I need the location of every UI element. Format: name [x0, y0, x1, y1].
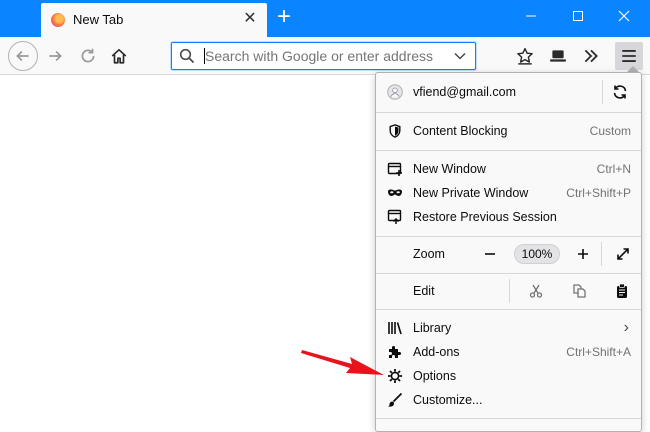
- red-arrow-annotation: [301, 350, 384, 375]
- copy-button[interactable]: [571, 283, 587, 299]
- synced-tabs-button[interactable]: [544, 42, 572, 70]
- bookmarks-button[interactable]: [511, 42, 539, 70]
- star-icon: [517, 47, 533, 65]
- menu-item-options[interactable]: Options: [376, 364, 641, 388]
- chevron-down-icon[interactable]: [453, 49, 467, 63]
- copy-icon: [573, 284, 586, 298]
- menu-item-library[interactable]: Library ›: [376, 316, 641, 340]
- home-button[interactable]: [105, 42, 133, 70]
- options-label: Options: [413, 369, 457, 383]
- reload-button[interactable]: [74, 42, 102, 70]
- divider: [376, 309, 641, 310]
- fullscreen-button[interactable]: [616, 247, 630, 261]
- close-window-button[interactable]: [601, 0, 647, 37]
- library-label: Library: [413, 321, 452, 335]
- menu-item-addons[interactable]: Add-ons Ctrl+Shift+A: [376, 340, 641, 364]
- tab-title: New Tab: [73, 12, 124, 27]
- minimize-icon: [526, 15, 536, 17]
- divider: [602, 80, 603, 104]
- back-button[interactable]: [8, 41, 38, 71]
- private-mask-icon: [387, 185, 403, 201]
- forward-arrow-icon: [49, 50, 62, 62]
- divider: [376, 418, 641, 419]
- divider: [376, 150, 641, 151]
- divider: [376, 273, 641, 274]
- address-bar[interactable]: [171, 42, 476, 70]
- paintbrush-icon: [387, 392, 403, 408]
- divider: [601, 242, 602, 266]
- paste-button[interactable]: [614, 283, 630, 299]
- tab-close-icon[interactable]: ✕: [241, 10, 259, 28]
- app-menu-panel: vfiend@gmail.com Content Blocking Custom…: [375, 72, 642, 432]
- zoom-reset-button[interactable]: 100%: [514, 244, 560, 264]
- customize-label: Customize...: [413, 393, 483, 407]
- menu-item-private-window[interactable]: New Private Window Ctrl+Shift+P: [376, 181, 641, 205]
- search-icon: [179, 48, 195, 64]
- content-blocking-label: Content Blocking: [413, 124, 508, 138]
- title-bar: New Tab ✕ +: [0, 0, 650, 37]
- scissors-icon: [529, 284, 543, 298]
- fullscreen-icon: [617, 248, 629, 260]
- search-input[interactable]: [205, 47, 445, 65]
- maximize-icon: [573, 11, 583, 21]
- forward-button[interactable]: [41, 42, 69, 70]
- restore-session-icon: [387, 209, 403, 225]
- chevron-right-icon: ›: [623, 319, 629, 336]
- zoom-out-button[interactable]: [480, 244, 500, 264]
- new-window-label: New Window: [413, 162, 486, 176]
- maximize-button[interactable]: [555, 0, 601, 37]
- minus-icon: [485, 253, 495, 255]
- new-window-icon: [387, 161, 403, 177]
- plus-icon: [578, 249, 588, 259]
- private-window-shortcut: Ctrl+Shift+P: [566, 186, 631, 200]
- close-icon: [618, 10, 630, 22]
- menu-item-customize[interactable]: Customize...: [376, 388, 641, 412]
- tab-new-tab[interactable]: New Tab ✕: [41, 3, 267, 37]
- edit-label: Edit: [413, 284, 435, 298]
- zoom-in-button[interactable]: [573, 244, 593, 264]
- account-email: vfiend@gmail.com: [413, 85, 517, 99]
- zoom-label: Zoom: [413, 247, 445, 261]
- double-chevron-right-icon: [584, 49, 598, 63]
- divider: [376, 236, 641, 237]
- minimize-button[interactable]: [508, 0, 554, 37]
- new-tab-button[interactable]: +: [272, 5, 296, 30]
- divider: [509, 279, 510, 303]
- content-blocking-status: Custom: [589, 124, 631, 138]
- sync-icon: [613, 85, 627, 99]
- nav-bar: [0, 37, 650, 75]
- library-icon: [387, 320, 403, 336]
- reload-icon: [81, 48, 95, 63]
- firefox-icon: [51, 13, 65, 27]
- hamburger-menu-icon: [622, 50, 636, 62]
- home-icon: [111, 48, 127, 64]
- overflow-button[interactable]: [577, 42, 605, 70]
- shield-icon: [387, 123, 403, 139]
- laptop-icon: [550, 50, 566, 62]
- clipboard-icon: [617, 283, 627, 298]
- private-window-label: New Private Window: [413, 186, 529, 200]
- sync-button[interactable]: [612, 84, 628, 100]
- cut-button[interactable]: [528, 283, 544, 299]
- back-arrow-icon: [16, 50, 29, 62]
- addons-shortcut: Ctrl+Shift+A: [566, 345, 631, 359]
- menu-item-content-blocking[interactable]: Content Blocking Custom: [376, 119, 641, 143]
- restore-session-label: Restore Previous Session: [413, 210, 557, 224]
- new-window-shortcut: Ctrl+N: [596, 162, 631, 176]
- avatar: [387, 84, 403, 100]
- menu-item-restore-session[interactable]: Restore Previous Session: [376, 205, 641, 229]
- divider: [376, 112, 641, 113]
- addons-label: Add-ons: [413, 345, 460, 359]
- menu-item-new-window[interactable]: New Window Ctrl+N: [376, 157, 641, 181]
